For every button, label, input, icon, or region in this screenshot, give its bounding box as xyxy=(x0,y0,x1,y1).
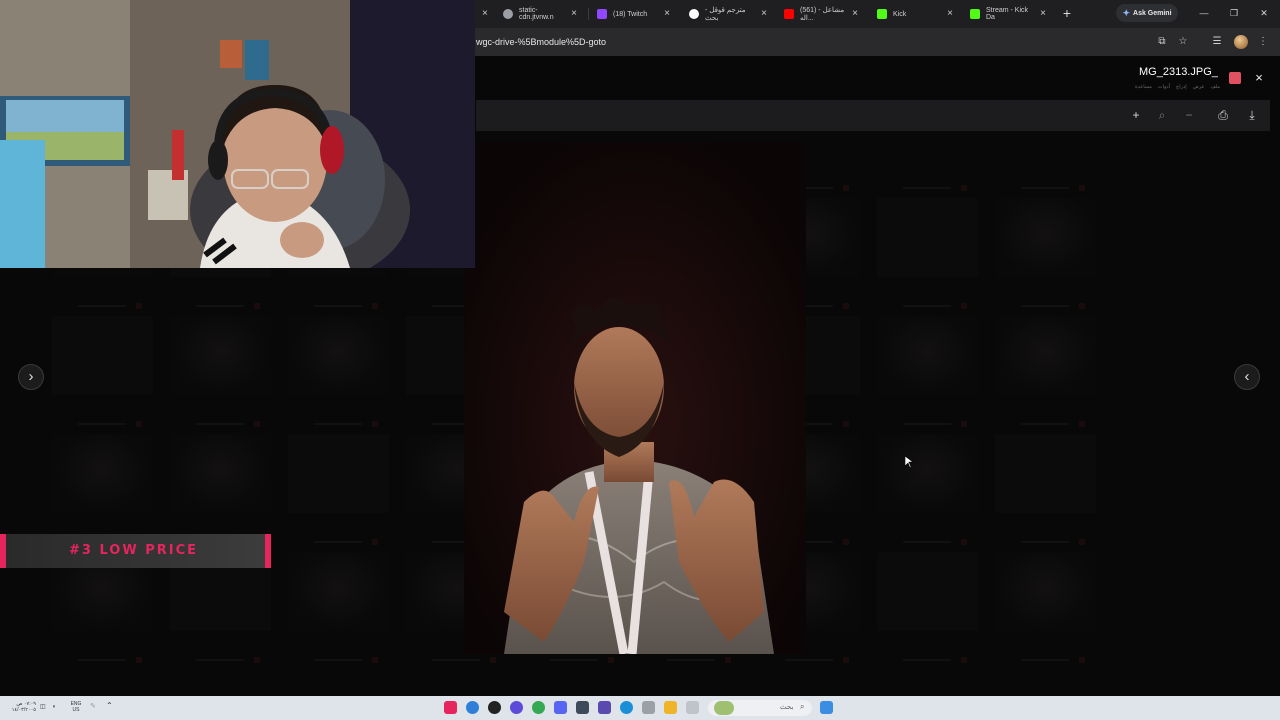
zoom-out-icon[interactable]: − xyxy=(1182,108,1196,122)
app-icon[interactable] xyxy=(466,701,479,714)
tab-close-icon[interactable]: × xyxy=(571,9,577,19)
gemini-icon: ✦ xyxy=(1122,7,1131,18)
youtube-icon xyxy=(784,9,794,19)
clock-date: ١٤/٠٣/٢٠٠٥ xyxy=(11,707,36,713)
photo-preview xyxy=(464,142,806,654)
install-app-icon[interactable]: ⧉ xyxy=(1155,35,1169,49)
kick-icon xyxy=(970,9,980,19)
discord-icon[interactable] xyxy=(554,701,567,714)
tab-label: (561) مشاعل - اله... xyxy=(800,7,845,22)
tab-label: static-cdn.jtvnw.n xyxy=(519,7,554,21)
webcam-overlay xyxy=(0,0,475,268)
tab-close-icon[interactable]: × xyxy=(664,9,670,19)
tab-close-icon[interactable]: × xyxy=(761,9,767,19)
kick-icon xyxy=(877,9,887,19)
search-icon: ⌕ xyxy=(800,702,805,711)
mouse-cursor-icon xyxy=(905,456,913,468)
minimize-icon[interactable]: — xyxy=(1196,6,1212,20)
widget-icon xyxy=(714,701,734,715)
zoom-icon[interactable]: ⌕ xyxy=(1155,108,1169,122)
obs-icon[interactable] xyxy=(488,701,501,714)
language-indicator[interactable]: ENG US xyxy=(68,701,84,713)
tiktok-icon[interactable] xyxy=(444,701,457,714)
pen-icon[interactable]: ✎ xyxy=(90,703,96,710)
menu-item[interactable]: ملف xyxy=(1210,84,1220,92)
tab-1[interactable]: static-cdn.jtvnw.n × xyxy=(497,3,583,25)
banner-text: #3 LOW PRICE xyxy=(69,543,198,558)
viewer-toolbar: + ⌕ − ⎙ ⤓ xyxy=(476,100,1270,131)
window-close-icon[interactable]: ✕ xyxy=(1256,6,1272,20)
viewer-file-title: MG_2313.JPG_ xyxy=(1139,66,1218,78)
chrome-icon[interactable] xyxy=(532,701,545,714)
photo-image xyxy=(464,142,806,654)
menu-item[interactable]: إدراج xyxy=(1176,84,1187,92)
tab-3[interactable]: مترجم قوقل - بحث × xyxy=(683,3,773,25)
menu-item[interactable]: أدوات xyxy=(1158,84,1170,92)
search-placeholder: بحث xyxy=(780,704,794,711)
tab-label: مترجم قوقل - بحث xyxy=(705,7,746,22)
google-icon xyxy=(689,9,699,19)
download-icon[interactable]: ⤓ xyxy=(1245,108,1259,122)
windows-start-icon[interactable] xyxy=(820,701,833,714)
tab-4[interactable]: (561) مشاعل - اله... × xyxy=(778,3,864,25)
folder-icon[interactable] xyxy=(664,701,677,714)
webcam-image xyxy=(0,0,475,268)
taskbar-search[interactable]: بحث ⌕ xyxy=(708,700,812,716)
viewer-menu: ملف عرض إدراج أدوات مساعدة xyxy=(1100,84,1220,92)
plus-icon[interactable]: + xyxy=(1129,108,1143,122)
screen: × static-cdn.jtvnw.n × (18) Twitch × متر… xyxy=(0,0,1280,720)
menu-item[interactable]: عرض xyxy=(1193,84,1205,92)
extensions-icon[interactable]: ☰ xyxy=(1210,35,1224,49)
app-icon[interactable] xyxy=(510,701,523,714)
globe-icon xyxy=(503,9,513,19)
tab-2[interactable]: (18) Twitch × xyxy=(591,3,676,25)
promo-banner: #3 LOW PRICE xyxy=(0,534,271,568)
chevron-left-icon[interactable]: ‹ xyxy=(1234,364,1260,390)
ask-gemini-button[interactable]: ✦ Ask Gemini xyxy=(1116,4,1178,22)
tab-close-icon[interactable]: × xyxy=(482,9,488,19)
task-view-icon[interactable] xyxy=(686,701,699,714)
chevron-up-icon[interactable]: ⌃ xyxy=(106,702,113,710)
restore-icon[interactable]: ❐ xyxy=(1226,6,1242,20)
network-icon[interactable]: ◫ xyxy=(40,704,46,710)
viewer-close-button[interactable]: × xyxy=(1252,71,1266,85)
tab-close-icon[interactable]: × xyxy=(1040,9,1046,19)
tab-label: Kick xyxy=(893,10,907,18)
tab-close-icon[interactable]: × xyxy=(947,9,953,19)
tab-0[interactable]: × xyxy=(476,3,490,25)
terminal-icon[interactable] xyxy=(576,701,589,714)
volume-icon[interactable]: ◖ xyxy=(52,704,56,710)
region-code: US xyxy=(72,707,80,713)
tab-6[interactable]: Stream - Kick Da × xyxy=(964,3,1052,25)
profile-avatar[interactable] xyxy=(1234,35,1248,49)
image-file-icon xyxy=(1229,72,1241,84)
tab-separator xyxy=(588,8,589,20)
print-icon[interactable]: ⎙ xyxy=(1216,108,1230,122)
new-tab-button[interactable]: + xyxy=(1060,4,1074,22)
app-icon[interactable] xyxy=(598,701,611,714)
tab-close-icon[interactable]: × xyxy=(852,9,858,19)
bookmark-star-icon[interactable]: ☆ xyxy=(1176,35,1190,49)
gemini-label: Ask Gemini xyxy=(1133,9,1172,17)
twitch-icon xyxy=(597,9,607,19)
tab-5[interactable]: Kick × xyxy=(871,3,959,25)
taskbar: ٠٧:٠٩ ص ١٤/٠٣/٢٠٠٥ ◫ ◖ ENG US ✎ ⌃ بحث ⌕ xyxy=(0,696,1280,720)
tab-label: (18) Twitch xyxy=(613,10,648,18)
edge-icon[interactable] xyxy=(620,701,633,714)
store-icon[interactable] xyxy=(642,701,655,714)
more-menu-icon[interactable]: ⋮ xyxy=(1256,35,1270,49)
address-bar[interactable]: wgc-drive-%5Bmodule%5D-goto xyxy=(476,32,1136,52)
menu-item[interactable]: مساعدة xyxy=(1135,84,1152,92)
clock[interactable]: ٠٧:٠٩ ص ١٤/٠٣/٢٠٠٥ xyxy=(10,701,36,713)
tab-label: Stream - Kick Da xyxy=(986,7,1029,21)
chevron-right-icon[interactable]: › xyxy=(18,364,44,390)
